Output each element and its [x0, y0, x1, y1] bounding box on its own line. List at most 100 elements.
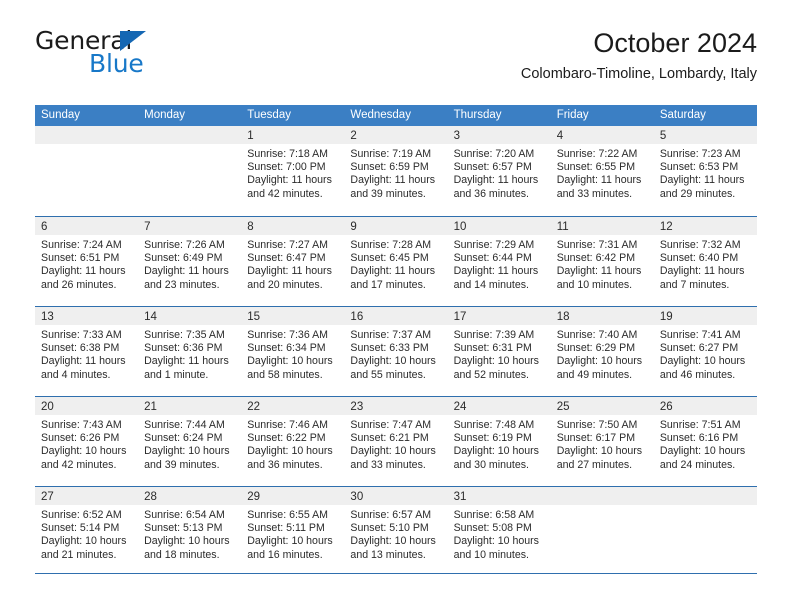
day-number: 31	[453, 491, 467, 503]
calendar-day-cell[interactable]: 14 Sunrise: 7:35 AM Sunset: 6:36 PM Dayligh…	[138, 307, 242, 396]
calendar-day-cell[interactable]: 25 Sunrise: 7:50 AM Sunset: 6:17 PM Dayligh…	[550, 397, 654, 486]
calendar-day-cell-empty	[550, 487, 654, 576]
daylight-duration-line1: Daylight: 10 hours	[144, 445, 230, 458]
day-number-band: 29	[241, 487, 345, 505]
day-details: Sunrise: 7:22 AM Sunset: 6:55 PM Daylight:…	[551, 144, 654, 201]
calendar-day-cell[interactable]: 30 Sunrise: 6:57 AM Sunset: 5:10 PM Dayligh…	[344, 487, 448, 576]
day-details: Sunrise: 7:31 AM Sunset: 6:42 PM Daylight:…	[551, 235, 654, 292]
sunset-time: Sunset: 6:53 PM	[659, 161, 739, 174]
calendar-day-cell[interactable]: 18 Sunrise: 7:40 AM Sunset: 6:29 PM Dayligh…	[550, 307, 654, 396]
day-number-band: 23	[344, 397, 448, 415]
day-number-band: 26	[653, 397, 757, 415]
sunset-time: Sunset: 6:42 PM	[556, 252, 636, 265]
sunrise-time: Sunrise: 7:41 AM	[659, 329, 741, 341]
day-number: 10	[453, 221, 467, 233]
sunset-time: Sunset: 5:14 PM	[41, 522, 120, 535]
calendar-day-cell[interactable]: 19 Sunrise: 7:41 AM Sunset: 6:27 PM Dayligh…	[653, 307, 757, 396]
calendar-week-row: 20 Sunrise: 7:43 AM Sunset: 6:26 PM Dayligh…	[35, 396, 757, 486]
sunrise-time: Sunrise: 6:57 AM	[350, 509, 432, 521]
calendar-day-cell[interactable]: 6 Sunrise: 7:24 AM Sunset: 6:51 PM Daylight…	[35, 217, 139, 306]
general-blue-logo: General Blue	[35, 28, 275, 84]
weekday-header-thursday: Thursday	[453, 109, 502, 121]
daylight-duration-line2: and 13 minutes.	[350, 548, 426, 561]
day-number: 3	[453, 130, 460, 142]
sunset-time: Sunset: 6:22 PM	[247, 432, 326, 445]
daylight-duration-line2: and 26 minutes.	[41, 278, 117, 291]
day-details: Sunrise: 7:33 AM Sunset: 6:38 PM Daylight:…	[35, 325, 138, 382]
calendar-day-cell[interactable]: 15 Sunrise: 7:36 AM Sunset: 6:34 PM Dayligh…	[241, 307, 345, 396]
sunrise-time: Sunrise: 7:48 AM	[453, 419, 535, 431]
calendar-page: General Blue October 2024 Colombaro-Timo…	[0, 0, 792, 612]
sunset-time: Sunset: 6:49 PM	[144, 252, 223, 265]
calendar-grid: Sunday Monday Tuesday Wednesday Thursday…	[35, 105, 757, 576]
sunrise-time: Sunrise: 7:46 AM	[247, 419, 328, 431]
sunrise-time: Sunrise: 7:36 AM	[247, 329, 328, 341]
day-details: Sunrise: 7:41 AM Sunset: 6:27 PM Daylight:…	[654, 325, 757, 382]
day-details: Sunrise: 7:28 AM Sunset: 6:45 PM Daylight:…	[344, 235, 447, 292]
calendar-day-cell[interactable]: 4 Sunrise: 7:22 AM Sunset: 6:55 PM Daylight…	[550, 126, 654, 216]
daylight-duration-line1: Daylight: 11 hours	[247, 174, 332, 187]
day-details: Sunrise: 6:52 AM Sunset: 5:14 PM Daylight:…	[35, 505, 138, 562]
day-number: 23	[350, 401, 364, 413]
day-number: 1	[247, 130, 254, 142]
day-number: 9	[350, 221, 357, 233]
calendar-day-cell[interactable]: 12 Sunrise: 7:32 AM Sunset: 6:40 PM Dayligh…	[653, 217, 757, 306]
calendar-day-cell[interactable]: 24 Sunrise: 7:48 AM Sunset: 6:19 PM Dayligh…	[447, 397, 551, 486]
calendar-day-cell[interactable]: 10 Sunrise: 7:29 AM Sunset: 6:44 PM Dayligh…	[447, 217, 551, 306]
daylight-duration-line2: and 42 minutes.	[247, 187, 323, 200]
calendar-weeks: 1 Sunrise: 7:18 AM Sunset: 7:00 PM Daylight…	[35, 126, 757, 576]
calendar-day-cell[interactable]: 11 Sunrise: 7:31 AM Sunset: 6:42 PM Dayligh…	[550, 217, 654, 306]
calendar-day-cell[interactable]: 27 Sunrise: 6:52 AM Sunset: 5:14 PM Dayligh…	[35, 487, 139, 576]
calendar-day-cell[interactable]: 31 Sunrise: 6:58 AM Sunset: 5:08 PM Dayligh…	[447, 487, 551, 576]
calendar-day-cell[interactable]: 28 Sunrise: 6:54 AM Sunset: 5:13 PM Dayligh…	[138, 487, 242, 576]
sunrise-time: Sunrise: 7:35 AM	[144, 329, 225, 341]
day-details: Sunrise: 7:50 AM Sunset: 6:17 PM Daylight:…	[551, 415, 654, 472]
calendar-day-cell[interactable]: 21 Sunrise: 7:44 AM Sunset: 6:24 PM Dayligh…	[138, 397, 242, 486]
sunset-time: Sunset: 5:11 PM	[247, 522, 325, 535]
day-number-band: 7	[138, 217, 242, 235]
day-number: 5	[659, 130, 667, 142]
daylight-duration-line1: Daylight: 10 hours	[247, 445, 333, 458]
sunset-time: Sunset: 6:33 PM	[350, 342, 429, 355]
day-number: 21	[144, 401, 157, 413]
day-details: Sunrise: 7:20 AM Sunset: 6:57 PM Daylight:…	[448, 144, 551, 201]
calendar-day-cell[interactable]: 22 Sunrise: 7:46 AM Sunset: 6:22 PM Dayligh…	[241, 397, 345, 486]
daylight-duration-line2: and 10 minutes.	[453, 548, 529, 561]
calendar-day-cell[interactable]: 17 Sunrise: 7:39 AM Sunset: 6:31 PM Dayligh…	[447, 307, 551, 396]
title-block: October 2024 Colombaro-Timoline, Lombard…	[521, 28, 757, 83]
calendar-day-cell[interactable]: 5 Sunrise: 7:23 AM Sunset: 6:53 PM Daylight…	[653, 126, 757, 216]
calendar-day-cell[interactable]: 23 Sunrise: 7:47 AM Sunset: 6:21 PM Dayligh…	[344, 397, 448, 486]
calendar-day-cell[interactable]: 16 Sunrise: 7:37 AM Sunset: 6:33 PM Dayligh…	[344, 307, 448, 396]
daylight-duration-line2: and 29 minutes.	[659, 187, 736, 200]
sunset-time: Sunset: 6:24 PM	[144, 432, 223, 445]
calendar-day-cell[interactable]: 29 Sunrise: 6:55 AM Sunset: 5:11 PM Dayligh…	[241, 487, 345, 576]
calendar-day-cell[interactable]: 20 Sunrise: 7:43 AM Sunset: 6:26 PM Dayligh…	[35, 397, 139, 486]
daylight-duration-line2: and 42 minutes.	[41, 458, 117, 471]
day-details: Sunrise: 7:40 AM Sunset: 6:29 PM Daylight:…	[551, 325, 654, 382]
day-number-band: 16	[344, 307, 448, 325]
calendar-day-cell[interactable]: 26 Sunrise: 7:51 AM Sunset: 6:16 PM Dayligh…	[653, 397, 757, 486]
weekday-header-row: Sunday Monday Tuesday Wednesday Thursday…	[35, 105, 757, 126]
day-number-band: 1	[241, 126, 345, 144]
daylight-duration-line2: and 4 minutes.	[41, 368, 111, 381]
day-details: Sunrise: 7:44 AM Sunset: 6:24 PM Daylight:…	[138, 415, 241, 472]
daylight-duration-line1: Daylight: 11 hours	[659, 265, 745, 278]
day-details: Sunrise: 7:18 AM Sunset: 7:00 PM Daylight:…	[241, 144, 344, 201]
sunset-time: Sunset: 6:29 PM	[556, 342, 636, 355]
calendar-day-cell[interactable]: 3 Sunrise: 7:20 AM Sunset: 6:57 PM Daylight…	[447, 126, 551, 216]
day-details: Sunrise: 7:47 AM Sunset: 6:21 PM Daylight:…	[344, 415, 447, 472]
day-details: Sunrise: 6:57 AM Sunset: 5:10 PM Daylight:…	[344, 505, 447, 562]
calendar-day-cell[interactable]: 13 Sunrise: 7:33 AM Sunset: 6:38 PM Dayligh…	[35, 307, 139, 396]
sunrise-time: Sunrise: 7:37 AM	[350, 329, 432, 341]
day-number-band: 14	[138, 307, 242, 325]
daylight-duration-line1: Daylight: 10 hours	[556, 355, 643, 368]
daylight-duration-line1: Daylight: 10 hours	[144, 535, 230, 548]
calendar-day-cell[interactable]: 9 Sunrise: 7:28 AM Sunset: 6:45 PM Daylight…	[344, 217, 448, 306]
day-number-band: 30	[344, 487, 448, 505]
calendar-day-cell[interactable]: 8 Sunrise: 7:27 AM Sunset: 6:47 PM Daylight…	[241, 217, 345, 306]
calendar-day-cell[interactable]: 7 Sunrise: 7:26 AM Sunset: 6:49 PM Daylight…	[138, 217, 242, 306]
calendar-day-cell[interactable]: 1 Sunrise: 7:18 AM Sunset: 7:00 PM Daylight…	[241, 126, 345, 216]
calendar-day-cell[interactable]: 2 Sunrise: 7:19 AM Sunset: 6:59 PM Daylight…	[344, 126, 448, 216]
day-details: Sunrise: 7:51 AM Sunset: 6:16 PM Daylight:…	[654, 415, 757, 472]
daylight-duration-line1: Daylight: 10 hours	[453, 535, 539, 548]
